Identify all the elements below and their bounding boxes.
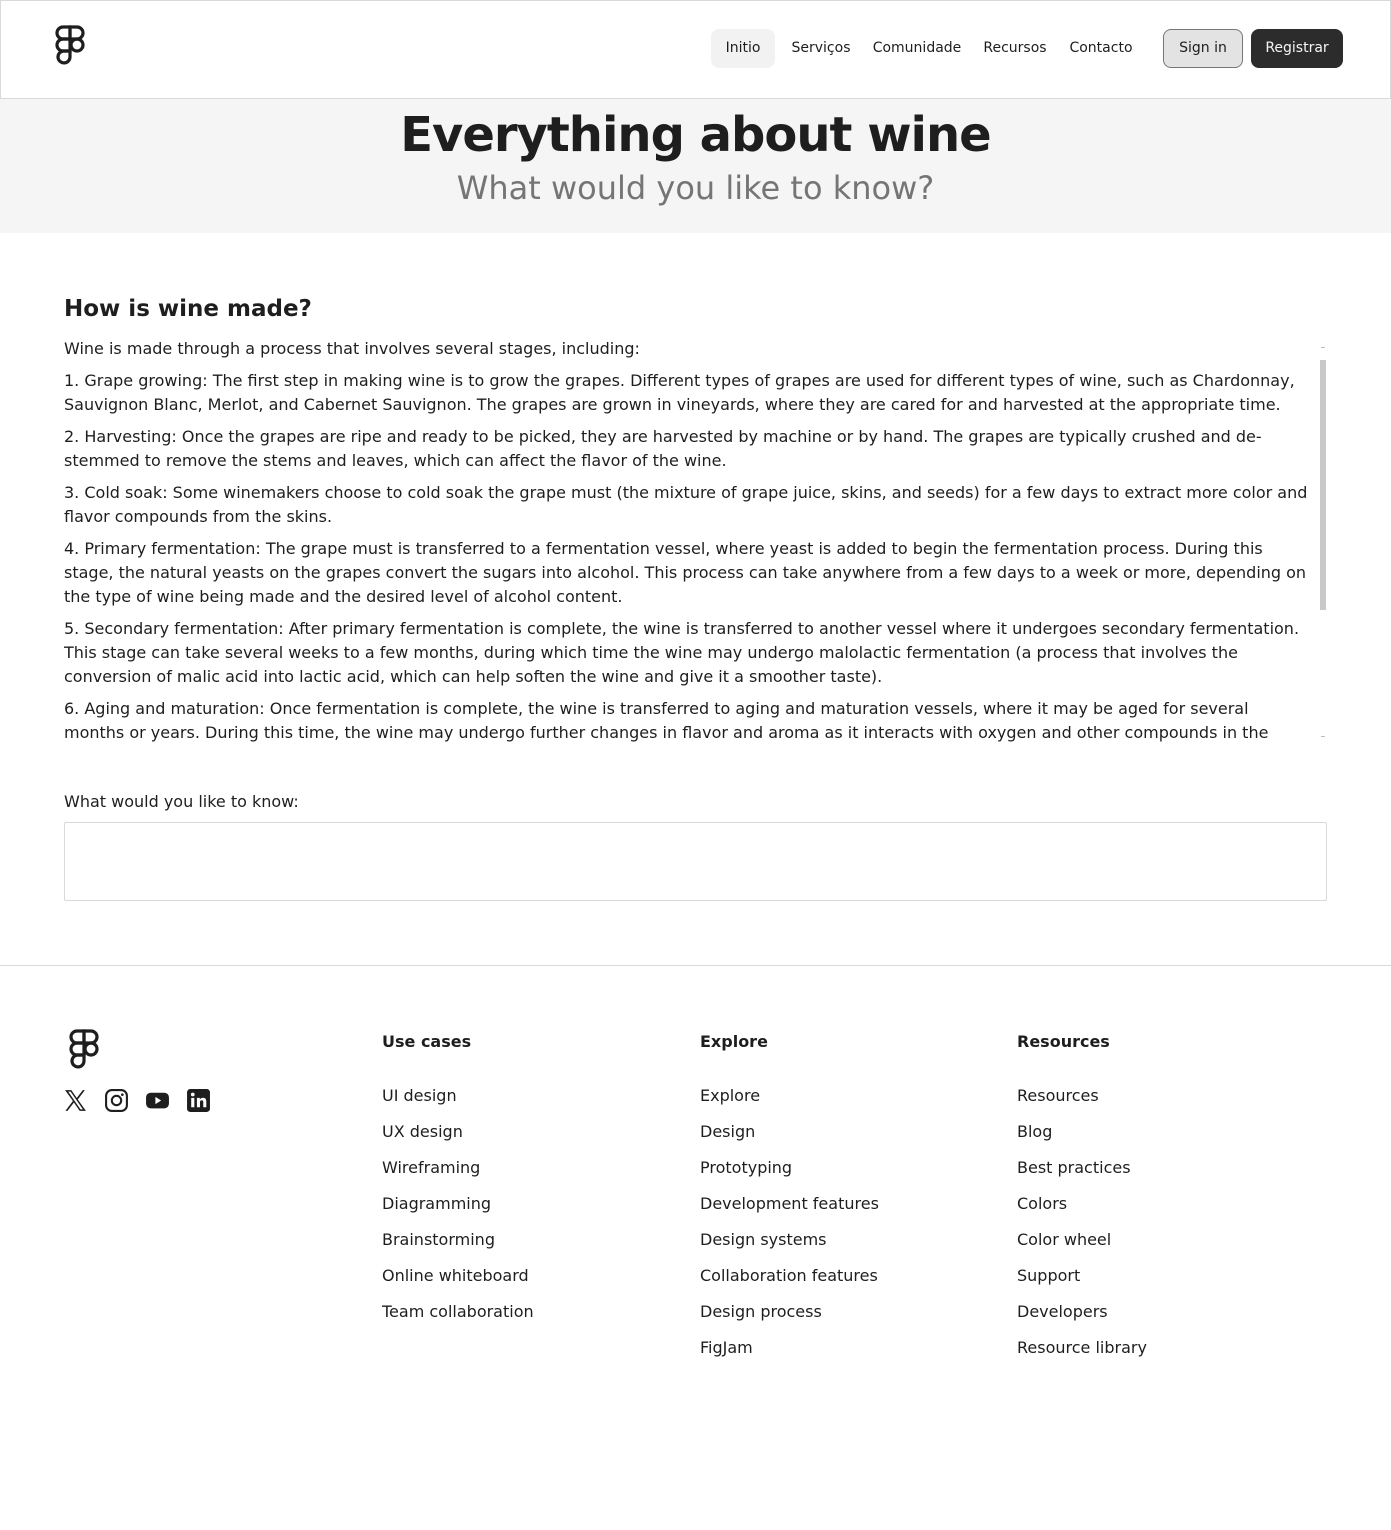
article-body[interactable]: Wine is made through a process that invo… xyxy=(64,337,1326,742)
footer-link[interactable]: Best practices xyxy=(1017,1158,1147,1194)
nav-item-recursos[interactable]: Recursos xyxy=(975,29,1055,68)
figma-logo-icon xyxy=(69,1029,99,1069)
hero-banner: Everything about wine What would you lik… xyxy=(0,99,1391,233)
footer-link[interactable]: Team collaboration xyxy=(382,1302,534,1338)
youtube-icon[interactable] xyxy=(145,1088,170,1113)
page-subtitle: What would you like to know? xyxy=(456,169,935,207)
footer-link[interactable]: Blog xyxy=(1017,1122,1147,1158)
scrollbar-cap-top xyxy=(1321,347,1325,348)
footer-link[interactable]: Developers xyxy=(1017,1302,1147,1338)
footer-link[interactable]: Diagramming xyxy=(382,1194,534,1230)
nav-item-initio[interactable]: Initio xyxy=(711,29,775,68)
footer-column-resources: Resources Resources Blog Best practices … xyxy=(1017,1032,1147,1374)
footer-link[interactable]: Color wheel xyxy=(1017,1230,1147,1266)
footer-link[interactable]: Resources xyxy=(1017,1086,1147,1122)
register-button[interactable]: Registrar xyxy=(1251,29,1343,68)
footer-link[interactable]: Development features xyxy=(700,1194,879,1230)
article-paragraph: 1. Grape growing: The first step in maki… xyxy=(64,371,1295,414)
x-icon[interactable] xyxy=(63,1088,88,1113)
sign-in-button[interactable]: Sign in xyxy=(1163,29,1243,68)
footer-link[interactable]: Colors xyxy=(1017,1194,1147,1230)
instagram-icon[interactable] xyxy=(104,1088,129,1113)
footer-column-title: Use cases xyxy=(382,1032,472,1051)
article-paragraph: 4. Primary fermentation: The grape must … xyxy=(64,539,1307,606)
figma-logo-icon[interactable] xyxy=(55,25,85,65)
article-paragraph: 3. Cold soak: Some winemakers choose to … xyxy=(64,483,1308,526)
footer-link[interactable]: UX design xyxy=(382,1122,534,1158)
scrollbar-cap-bottom xyxy=(1321,736,1325,737)
footer-link[interactable]: Explore xyxy=(700,1086,879,1122)
footer-link[interactable]: Design systems xyxy=(700,1230,879,1266)
article-scrollbar[interactable] xyxy=(1320,347,1326,737)
top-navigation-bar: Initio Serviços Comunidade Recursos Cont… xyxy=(0,0,1391,99)
nav-item-contacto[interactable]: Contacto xyxy=(1063,29,1139,68)
footer-link[interactable]: FigJam xyxy=(700,1338,879,1374)
linkedin-icon[interactable] xyxy=(186,1088,211,1113)
footer-column-explore: Explore Explore Design Prototyping Devel… xyxy=(700,1032,879,1374)
footer-column-use-cases: Use cases UI design UX design Wireframin… xyxy=(382,1032,534,1338)
question-label: What would you like to know: xyxy=(64,792,299,811)
footer-column-title: Explore xyxy=(700,1032,768,1051)
article-title: How is wine made? xyxy=(64,296,312,322)
footer-link[interactable]: Wireframing xyxy=(382,1158,534,1194)
footer-link[interactable]: Design process xyxy=(700,1302,879,1338)
footer-link[interactable]: Collaboration features xyxy=(700,1266,879,1302)
page-title: Everything about wine xyxy=(400,107,991,163)
footer-divider xyxy=(0,965,1391,966)
article-paragraph: 5. Secondary fermentation: After primary… xyxy=(64,619,1300,686)
nav-item-servicos[interactable]: Serviços xyxy=(783,29,859,68)
footer-link[interactable]: Online whiteboard xyxy=(382,1266,534,1302)
question-input[interactable] xyxy=(64,822,1327,901)
article-paragraph: Wine is made through a process that invo… xyxy=(64,339,640,358)
footer-link[interactable]: Brainstorming xyxy=(382,1230,534,1266)
article-paragraph: 2. Harvesting: Once the grapes are ripe … xyxy=(64,427,1262,470)
footer-link[interactable]: Support xyxy=(1017,1266,1147,1302)
footer-link[interactable]: Resource library xyxy=(1017,1338,1147,1374)
footer-column-title: Resources xyxy=(1017,1032,1110,1051)
nav-item-comunidade[interactable]: Comunidade xyxy=(867,29,967,68)
footer-link[interactable]: UI design xyxy=(382,1086,534,1122)
footer-link[interactable]: Prototyping xyxy=(700,1158,879,1194)
article-paragraph: 6. Aging and maturation: Once fermentati… xyxy=(64,699,1269,742)
scrollbar-thumb[interactable] xyxy=(1320,360,1326,610)
footer-link[interactable]: Design xyxy=(700,1122,879,1158)
